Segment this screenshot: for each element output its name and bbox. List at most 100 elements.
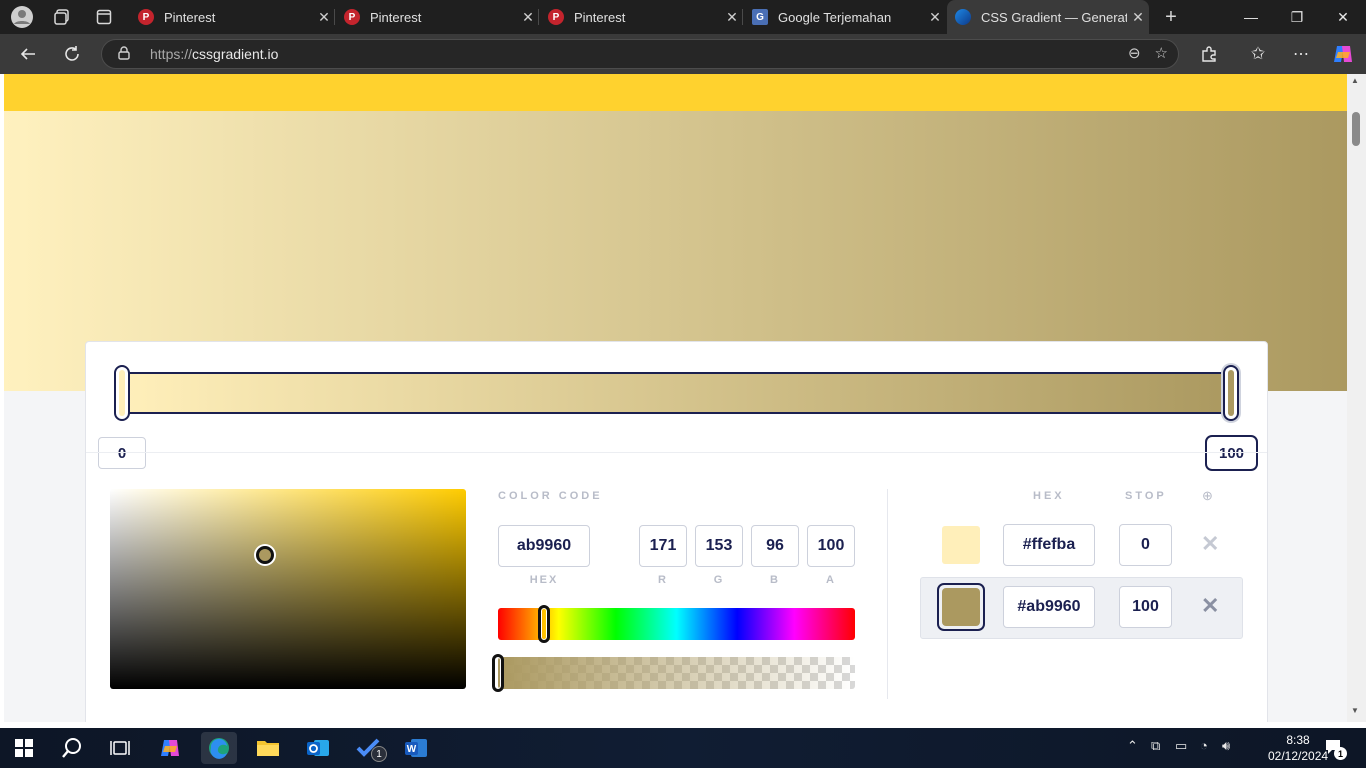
browser-toolbar: https://cssgradient.io ⊖ ☆ ✩ ⋯ bbox=[0, 34, 1366, 74]
favorite-star-icon[interactable]: ☆ bbox=[1155, 44, 1168, 62]
cssgradient-icon bbox=[955, 9, 971, 25]
scroll-down-icon[interactable]: ▼ bbox=[1351, 706, 1359, 715]
alpha-slider-handle[interactable] bbox=[492, 654, 504, 692]
stop-hex-input-1[interactable]: #ab9960 bbox=[1003, 586, 1095, 628]
tab-close-icon[interactable]: ✕ bbox=[1127, 9, 1149, 26]
tab-title: Google Terjemahan bbox=[778, 9, 892, 25]
system-clock[interactable]: 8:38 02/12/2024 bbox=[1268, 732, 1328, 764]
back-arrow-icon[interactable] bbox=[13, 40, 43, 68]
alpha-input[interactable]: 100 bbox=[807, 525, 855, 567]
wifi-icon[interactable]: ◔ bbox=[1200, 738, 1208, 753]
page-scrollbar[interactable]: ▲ ▼ bbox=[1347, 74, 1366, 722]
clock-time: 8:38 bbox=[1286, 733, 1310, 747]
new-tab-icon[interactable]: + bbox=[1157, 4, 1185, 30]
hex-sublabel: HEX bbox=[529, 574, 559, 586]
hue-slider[interactable] bbox=[498, 608, 855, 640]
scrollbar-thumb[interactable] bbox=[1352, 112, 1360, 146]
g-sublabel: G bbox=[713, 574, 725, 586]
meet-now-icon[interactable]: ⧉ bbox=[1151, 738, 1160, 754]
tab-google-translate[interactable]: G Google Terjemahan ✕ bbox=[744, 0, 946, 34]
gradient-editor-card: 0 100 COLOR CODE ab9960 171 153 96 100 H… bbox=[85, 341, 1268, 722]
task-view-icon[interactable] bbox=[102, 732, 138, 764]
minimize-icon[interactable]: — bbox=[1228, 0, 1274, 34]
tab-title: Pinterest bbox=[370, 9, 422, 25]
gradient-stop-handle-right[interactable] bbox=[1223, 365, 1239, 421]
clock-date: 02/12/2024 bbox=[1268, 749, 1329, 763]
tab-pinterest-1[interactable]: P Pinterest ✕ bbox=[130, 0, 335, 34]
extensions-icon[interactable] bbox=[1194, 40, 1224, 68]
scroll-up-icon[interactable]: ▲ bbox=[1351, 76, 1359, 85]
window-close-icon[interactable]: ✕ bbox=[1320, 0, 1366, 34]
tab-close-icon[interactable]: ✕ bbox=[721, 9, 743, 26]
todo-badge: 1 bbox=[371, 746, 387, 762]
windows-start-icon[interactable] bbox=[6, 732, 42, 764]
r-sublabel: R bbox=[658, 574, 668, 586]
tab-cssgradient[interactable]: CSS Gradient — Generator ✕ bbox=[947, 0, 1149, 34]
color-code-label: COLOR CODE bbox=[498, 490, 603, 502]
tab-title: Pinterest bbox=[164, 9, 216, 25]
pinterest-icon: P bbox=[138, 9, 154, 25]
green-input[interactable]: 153 bbox=[695, 525, 743, 567]
stop-position-right[interactable]: 100 bbox=[1205, 435, 1258, 471]
saturation-value-picker[interactable] bbox=[110, 489, 466, 689]
color-picker-cursor[interactable] bbox=[256, 546, 274, 564]
notification-count: 1 bbox=[1334, 747, 1347, 760]
remove-stop-icon[interactable]: ✕ bbox=[1201, 531, 1219, 557]
refresh-icon[interactable] bbox=[57, 40, 87, 68]
volume-icon[interactable]: 🔊︎ bbox=[1222, 738, 1230, 754]
stop-swatch-1[interactable] bbox=[937, 583, 985, 631]
hue-slider-handle[interactable] bbox=[538, 605, 550, 643]
blue-input[interactable]: 96 bbox=[751, 525, 799, 567]
stop-swatch-0[interactable] bbox=[942, 526, 980, 564]
battery-icon[interactable]: ▭ bbox=[1175, 738, 1187, 754]
red-input[interactable]: 171 bbox=[639, 525, 687, 567]
more-menu-icon[interactable]: ⋯ bbox=[1286, 40, 1316, 68]
hex-input[interactable]: ab9960 bbox=[498, 525, 590, 567]
restore-icon[interactable]: ❐ bbox=[1274, 0, 1320, 34]
pinterest-icon: P bbox=[344, 9, 360, 25]
tab-title: CSS Gradient — Generator bbox=[981, 9, 1127, 25]
outlook-icon[interactable] bbox=[300, 732, 336, 764]
todo-icon[interactable]: 1 bbox=[350, 732, 387, 764]
file-explorer-icon[interactable] bbox=[250, 732, 286, 764]
remove-stop-icon[interactable]: ✕ bbox=[1201, 593, 1219, 619]
page-content: 0 100 COLOR CODE ab9960 171 153 96 100 H… bbox=[4, 74, 1347, 722]
tab-close-icon[interactable]: ✕ bbox=[924, 9, 946, 26]
svg-text:W: W bbox=[407, 744, 417, 755]
tab-pinterest-3[interactable]: P Pinterest ✕ bbox=[540, 0, 743, 34]
url-host: cssgradient.io bbox=[192, 46, 279, 62]
windows-taskbar: 1 W ⌃ ⧉ ▭ ◔ 🔊︎ 8:38 02/12/2024 1 bbox=[0, 728, 1366, 768]
address-bar[interactable]: https://cssgradient.io ⊖ ☆ bbox=[101, 39, 1179, 69]
copilot-icon[interactable] bbox=[1328, 40, 1358, 68]
search-icon[interactable] bbox=[54, 732, 90, 764]
notifications-icon[interactable]: 1 bbox=[1324, 738, 1347, 760]
lock-icon[interactable] bbox=[118, 45, 136, 63]
stop-hex-input-0[interactable]: #ffefba bbox=[1003, 524, 1095, 566]
tab-close-icon[interactable]: ✕ bbox=[517, 9, 539, 26]
show-hidden-icons-icon[interactable]: ⌃ bbox=[1127, 738, 1138, 754]
a-sublabel: A bbox=[826, 574, 836, 586]
google-translate-icon: G bbox=[752, 9, 768, 25]
favorites-icon[interactable]: ✩ bbox=[1243, 40, 1273, 68]
copilot-taskbar-icon[interactable] bbox=[152, 732, 188, 764]
stop-position-left[interactable]: 0 bbox=[98, 437, 146, 469]
workspaces-icon[interactable] bbox=[48, 4, 76, 30]
word-icon[interactable]: W bbox=[398, 732, 434, 764]
tab-title: Pinterest bbox=[574, 9, 626, 25]
site-header-band bbox=[4, 74, 1347, 111]
tab-close-icon[interactable]: ✕ bbox=[313, 9, 335, 26]
gradient-stop-handle-left[interactable] bbox=[114, 365, 130, 421]
edge-browser-icon[interactable] bbox=[201, 732, 237, 764]
reader-options-icon[interactable]: ⊖ bbox=[1128, 44, 1141, 62]
browser-tab-strip: P Pinterest ✕ P Pinterest ✕ P Pinterest … bbox=[0, 0, 1366, 34]
vertical-tabs-icon[interactable] bbox=[90, 4, 118, 30]
alpha-slider[interactable] bbox=[498, 657, 855, 689]
stop-position-input-1[interactable]: 100 bbox=[1119, 586, 1172, 628]
stop-position-input-0[interactable]: 0 bbox=[1119, 524, 1172, 566]
stops-stop-header: STOP bbox=[1125, 490, 1167, 502]
tab-pinterest-2[interactable]: P Pinterest ✕ bbox=[336, 0, 539, 34]
add-stop-icon[interactable]: ⊕ bbox=[1202, 488, 1213, 504]
stops-hex-header: HEX bbox=[1033, 490, 1065, 502]
gradient-bar[interactable] bbox=[123, 372, 1233, 414]
profile-avatar-icon[interactable] bbox=[8, 4, 36, 30]
